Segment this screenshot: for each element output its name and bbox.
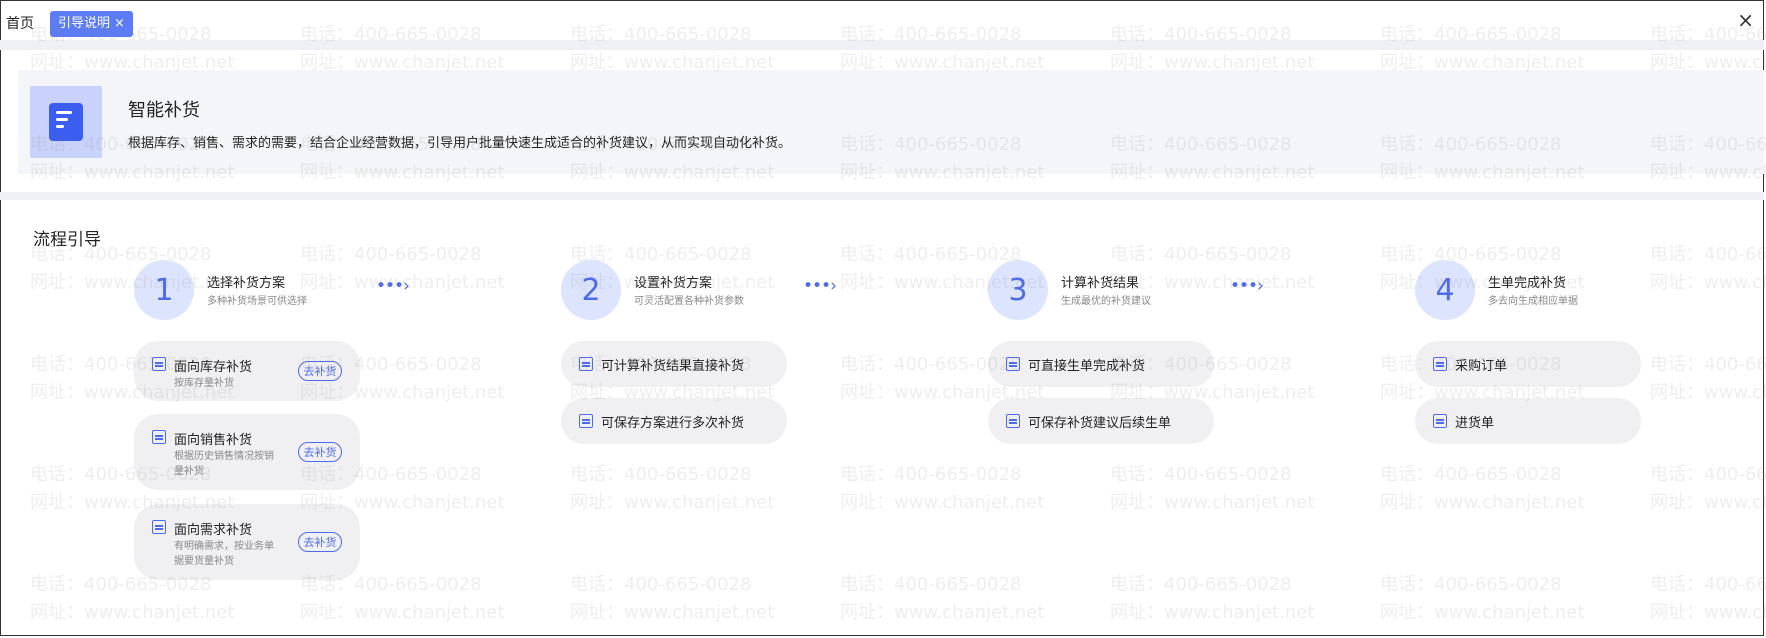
step-title: 生单完成补货: [1488, 276, 1567, 291]
option-label: 可计算补货结果直接补货: [601, 359, 745, 374]
option-label: 可保存方案进行多次补货: [601, 416, 745, 431]
tab-guide-label: 引导说明: [58, 16, 111, 31]
option-label: 面向库存补货: [174, 360, 253, 375]
step-number: 1: [134, 260, 194, 320]
close-window-icon[interactable]: ×: [1737, 8, 1754, 32]
arrow-right-icon: •••›: [1230, 276, 1264, 296]
top-divider: [0, 40, 1764, 50]
option-subtitle: 根据历史销售情况按销量补货: [174, 451, 274, 477]
option-label: 进货单: [1455, 416, 1495, 431]
smart-replenish-icon: [30, 86, 102, 158]
banner-title: 智能补货: [128, 100, 200, 121]
option-demand-replenish: 面向需求补货 有明确需求，按业务单据要货量补货 去补货: [134, 504, 360, 580]
step-title: 设置补货方案: [634, 276, 713, 291]
arrow-right-icon: •••›: [376, 276, 410, 296]
receipt-icon: [1433, 414, 1447, 428]
step-4: 4 生单完成补货 多去向生成相应单据: [1415, 260, 1766, 320]
option-direct-order: 可直接生单完成补货: [988, 341, 1214, 387]
option-subtitle: 有明确需求，按业务单据要货量补货: [174, 541, 274, 567]
go-replenish-button[interactable]: 去补货: [298, 442, 342, 462]
order-icon: [1433, 357, 1447, 371]
step-subtitle: 多种补货场景可供选择: [207, 296, 307, 307]
step-subtitle: 多去向生成相应单据: [1488, 296, 1578, 307]
step-title: 选择补货方案: [207, 276, 286, 291]
option-label: 面向销售补货: [174, 433, 253, 448]
option-sales-replenish: 面向销售补货 根据历史销售情况按销量补货 去补货: [134, 414, 360, 490]
step-number: 2: [561, 260, 621, 320]
banner-description: 根据库存、销售、需求的需要，结合企业经营数据，引导用户批量快速生成适合的补货建议…: [128, 136, 792, 151]
option-label: 可直接生单完成补货: [1028, 359, 1146, 374]
sales-icon: [152, 430, 166, 444]
calculator-icon: [1006, 414, 1020, 428]
option-receipt[interactable]: 进货单: [1415, 398, 1641, 444]
step-title: 计算补货结果: [1061, 276, 1140, 291]
option-purchase-order[interactable]: 采购订单: [1415, 341, 1641, 387]
step-subtitle: 生成最优的补货建议: [1061, 296, 1151, 307]
section-title: 流程引导: [33, 230, 101, 250]
option-label: 采购订单: [1455, 359, 1508, 374]
warehouse-icon: [152, 357, 166, 371]
step-1: 1 选择补货方案 多种补货场景可供选择 •••›: [134, 260, 514, 320]
option-inventory-replenish: 面向库存补货 按库存量补货 去补货: [134, 341, 360, 401]
tab-guide[interactable]: 引导说明 ×: [50, 11, 133, 37]
option-subtitle: 按库存量补货: [174, 378, 234, 389]
step-2: 2 设置补货方案 可灵活配置各种补货参数 •••›: [561, 260, 941, 320]
section-divider: [0, 192, 1764, 200]
step-3: 3 计算补货结果 生成最优的补货建议 •••›: [988, 260, 1368, 320]
option-save-plan: 可保存方案进行多次补货: [561, 398, 787, 444]
tab-bar: 首页 引导说明 ×: [0, 10, 133, 38]
arrow-right-icon: •••›: [803, 276, 837, 296]
intro-banner: 智能补货 根据库存、销售、需求的需要，结合企业经营数据，引导用户批量快速生成适合…: [18, 70, 1764, 174]
go-replenish-button[interactable]: 去补货: [298, 532, 342, 552]
option-label: 可保存补货建议后续生单: [1028, 416, 1172, 431]
option-save-suggestion: 可保存补货建议后续生单: [988, 398, 1214, 444]
tab-close-icon[interactable]: ×: [114, 11, 125, 37]
step-number: 4: [1415, 260, 1475, 320]
option-calc-direct: 可计算补货结果直接补货: [561, 341, 787, 387]
list-icon: [1006, 357, 1020, 371]
step-subtitle: 可灵活配置各种补货参数: [634, 296, 744, 307]
tab-home[interactable]: 首页: [0, 10, 40, 38]
go-replenish-button[interactable]: 去补货: [298, 361, 342, 381]
step-number: 3: [988, 260, 1048, 320]
doc-settings-icon: [579, 414, 593, 428]
demand-icon: [152, 520, 166, 534]
option-label: 面向需求补货: [174, 523, 253, 538]
list-icon: [579, 357, 593, 371]
